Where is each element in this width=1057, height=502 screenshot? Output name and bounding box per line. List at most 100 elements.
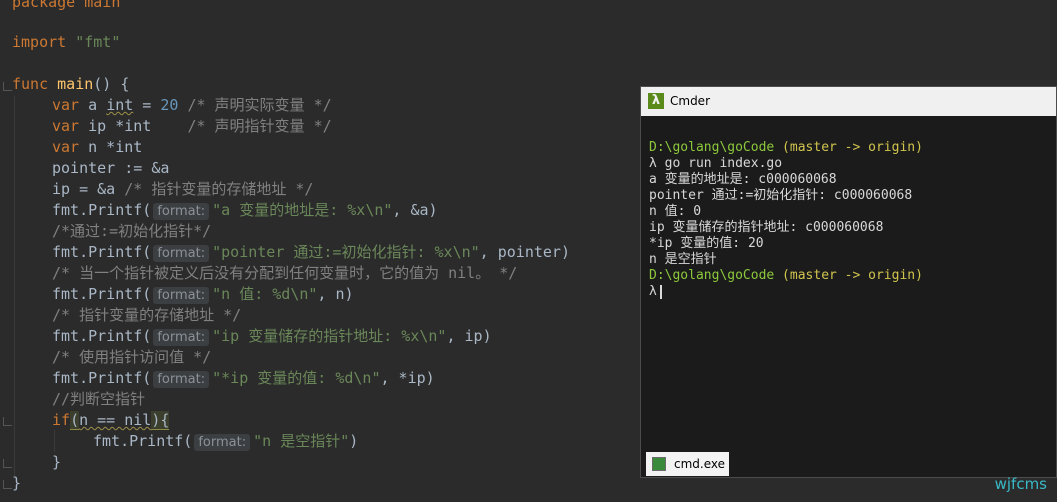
string: "n 值: %d\n" — [212, 285, 318, 303]
code-text: fmt.Printf( — [52, 243, 152, 261]
fold-marker-icon[interactable] — [3, 459, 12, 468]
code-line[interactable]: fmt.Printf(format: "*ip 变量的值: %d\n", *ip) — [52, 368, 435, 389]
string: "pointer 通过:=初始化指针: %x\n" — [212, 243, 480, 261]
code-line[interactable]: fmt.Printf(format: "n 值: %d\n", n) — [52, 284, 354, 305]
code-text: pointer := &a — [52, 159, 170, 177]
output-line: n 是空指针 — [649, 252, 717, 267]
code-line[interactable]: pointer := &a — [52, 158, 169, 179]
git-branch: (master -> origin) — [774, 268, 923, 283]
code-line[interactable]: fmt.Printf(format: "n 是空指针") — [93, 431, 358, 452]
code-text: fmt.Printf( — [52, 327, 152, 345]
command-text: go run index.go — [656, 156, 783, 171]
code-line[interactable]: } — [52, 452, 61, 473]
indent-guide — [54, 430, 55, 452]
fold-marker-icon[interactable] — [3, 480, 12, 489]
code-text: , *ip) — [380, 369, 435, 387]
code-text: = — [133, 96, 161, 114]
keyword: var — [52, 117, 80, 135]
keyword: func — [12, 75, 49, 93]
code-text: fmt.Printf( — [93, 432, 193, 450]
tab-bar: cmd.exe — [641, 451, 1056, 477]
keyword: var — [52, 96, 80, 114]
code-text: package main — [12, 0, 121, 11]
code-text: () { — [93, 75, 130, 93]
code-text: fmt.Printf( — [52, 201, 152, 219]
fold-marker-icon[interactable] — [3, 82, 12, 91]
code-line[interactable]: fmt.Printf(format: "ip 变量储存的指针地址: %x\n", … — [52, 326, 492, 347]
code-text: n *int — [79, 138, 143, 156]
function-name: main — [57, 75, 94, 93]
comment: /* 指针变量的存储地址 */ — [52, 306, 242, 324]
code-text: , n) — [317, 285, 354, 303]
code-text: ip = &a — [52, 180, 125, 198]
string: "ip 变量储存的指针地址: %x\n" — [212, 327, 447, 345]
prompt-symbol: λ — [649, 156, 657, 171]
code-text: fmt.Printf( — [52, 369, 152, 387]
code-line[interactable]: var ip *int /* 声明指针变量 */ — [52, 116, 332, 137]
code-line[interactable]: /* 当一个指针被定义后没有分配到任何变量时，它的值为 nil。 */ — [52, 263, 517, 284]
code-line[interactable]: ip = &a /* 指针变量的存储地址 */ — [52, 179, 313, 200]
window-title: Cmder — [670, 94, 711, 108]
code-line[interactable]: import "fmt" — [12, 32, 120, 53]
string: "a 变量的地址是: %x\n" — [212, 201, 393, 219]
lambda-icon: λ — [648, 93, 664, 109]
code-line[interactable]: /*通过:=初始化指针*/ — [52, 221, 211, 242]
code-line[interactable]: if(n == nil){ — [52, 410, 170, 431]
keyword: if — [52, 411, 71, 429]
code-line[interactable]: var a int = 20 /* 声明实际变量 */ — [52, 95, 332, 116]
indent-guide — [14, 96, 15, 476]
comment: /* 声明指针变量 */ — [187, 117, 332, 135]
prompt-path-line: D:\golang\goCode (master -> origin) — [649, 268, 923, 284]
comment: /* 当一个指针被定义后没有分配到任何变量时，它的值为 nil。 */ — [52, 264, 518, 282]
tab-label: cmd.exe — [674, 457, 726, 471]
prompt-path: D:\golang\goCode — [649, 268, 775, 283]
code-line[interactable]: } — [12, 473, 21, 494]
code-text: ip *int — [79, 117, 188, 135]
comment: /* 使用指针访问值 */ — [52, 348, 212, 366]
code-line[interactable]: package main — [12, 0, 120, 13]
comment: /* 声明实际变量 */ — [178, 96, 332, 114]
output-line: n 值: 0 — [649, 204, 702, 219]
code-line[interactable]: //判断空指针 — [52, 389, 145, 410]
code-line[interactable]: fmt.Printf(format: "pointer 通过:=初始化指针: %x… — [52, 242, 570, 263]
bracket-highlight: ( — [70, 411, 80, 430]
console-icon — [652, 457, 666, 471]
parameter-hint: format: — [194, 434, 251, 451]
input-line[interactable]: λ — [649, 284, 662, 300]
command-line: λ go run index.go — [649, 156, 782, 172]
type-name: int — [106, 96, 134, 114]
keyword: var — [52, 138, 80, 156]
parameter-hint: format: — [153, 371, 210, 388]
string: "n 是空指针" — [253, 432, 350, 450]
prompt-path: D:\golang\goCode — [649, 140, 775, 155]
output-line: *ip 变量的值: 20 — [649, 236, 764, 251]
parameter-hint: format: — [153, 203, 210, 220]
watermark: wjfcms — [994, 475, 1047, 493]
code-line[interactable]: func main() { — [12, 74, 129, 95]
parameter-hint: format: — [153, 287, 210, 304]
prompt-path-line: D:\golang\goCode (master -> origin) — [649, 140, 923, 156]
code-text: , ip) — [446, 327, 492, 345]
tab-cmd[interactable]: cmd.exe — [646, 452, 729, 476]
code-line[interactable]: /* 使用指针访问值 */ — [52, 347, 211, 368]
code-line[interactable]: fmt.Printf(format: "a 变量的地址是: %x\n", &a) — [52, 200, 438, 221]
code-text: , pointer) — [479, 243, 570, 261]
parameter-hint: format: — [153, 329, 210, 346]
keyword: import — [12, 33, 67, 51]
code-text: , &a) — [392, 201, 438, 219]
output-line: a 变量的地址是: c000060068 — [649, 172, 837, 187]
code-text: } — [52, 453, 62, 471]
fold-marker-icon[interactable] — [3, 417, 12, 426]
number: 20 — [160, 96, 179, 114]
comment: /* 指针变量的存储地址 */ — [124, 180, 314, 198]
git-branch: (master -> origin) — [774, 140, 923, 155]
text-cursor — [659, 284, 662, 299]
code-text: } — [12, 474, 22, 492]
code-text: a — [79, 96, 107, 114]
parameter-hint: format: — [153, 245, 210, 262]
code-line[interactable]: /* 指针变量的存储地址 */ — [52, 305, 241, 326]
title-bar[interactable]: λ Cmder — [641, 87, 1056, 116]
string: "fmt" — [75, 33, 121, 51]
code-line[interactable]: var n *int — [52, 137, 142, 158]
cmder-window[interactable]: λ Cmder D:\golang\goCode (master -> orig… — [640, 86, 1057, 478]
